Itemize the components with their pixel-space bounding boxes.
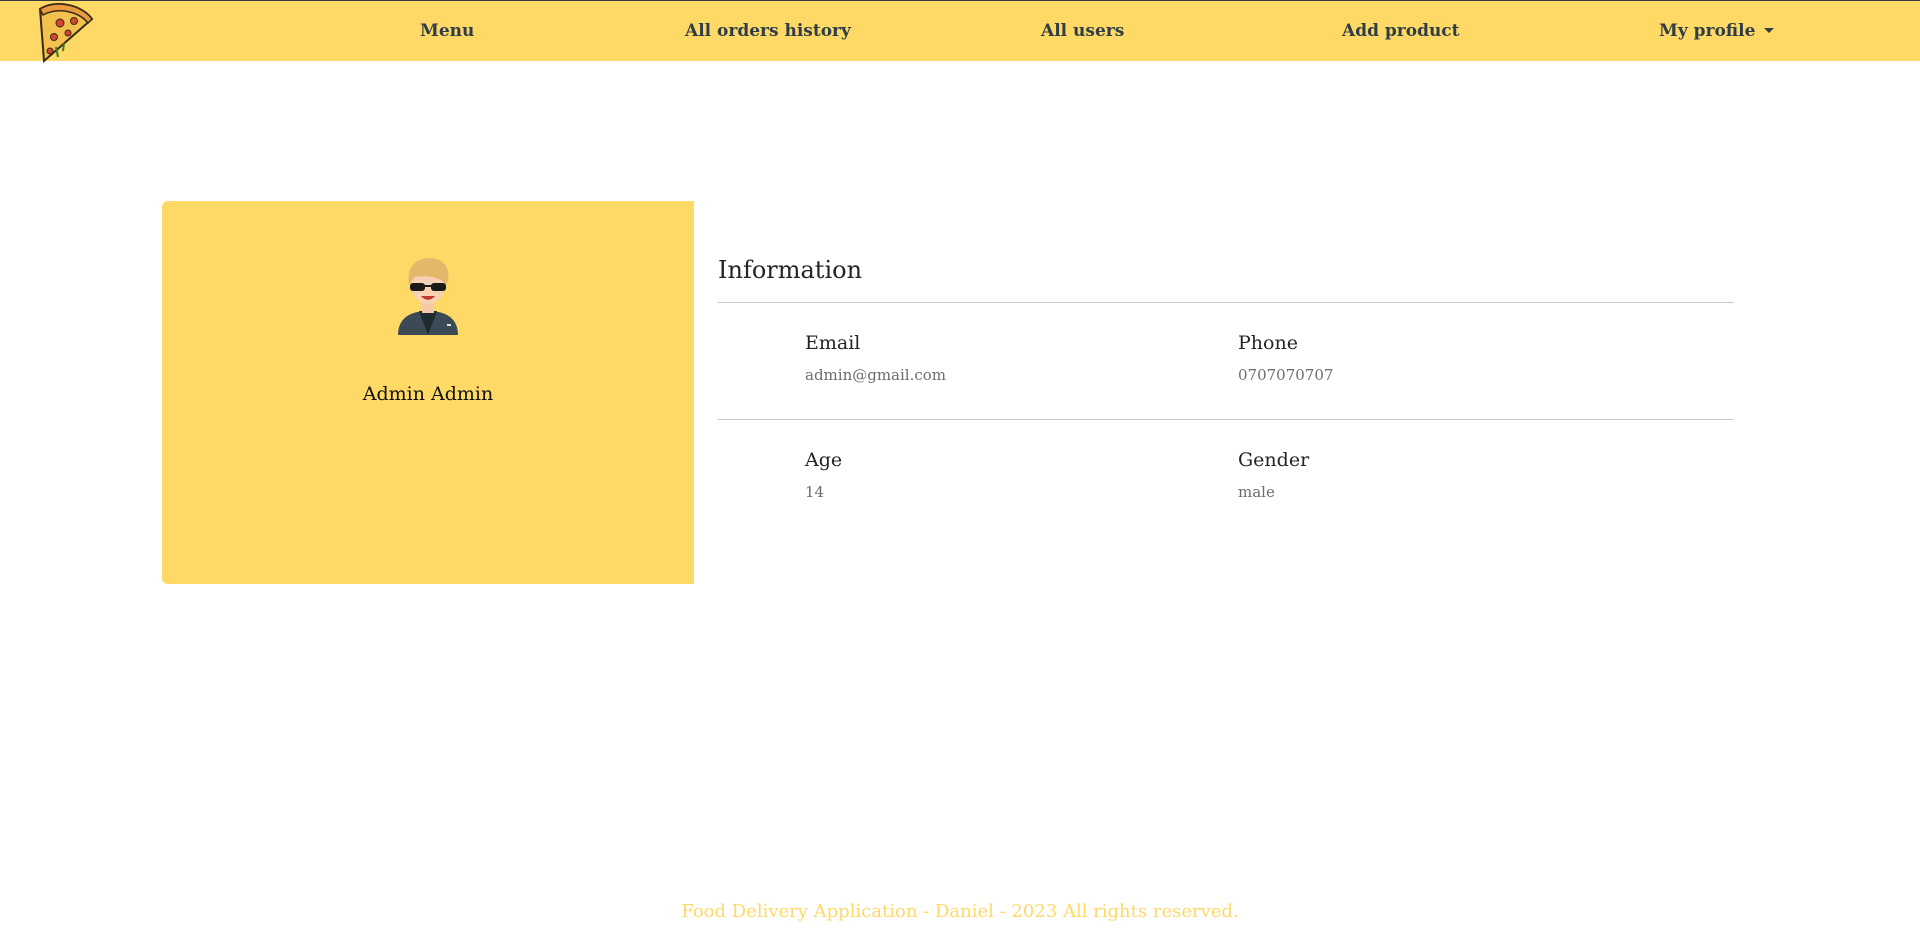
gender-value: male — [1238, 483, 1275, 501]
information-heading: Information — [718, 256, 863, 284]
caret-down-icon — [1764, 28, 1775, 33]
phone-value: 0707070707 — [1238, 366, 1334, 384]
nav-menu-link[interactable]: Menu — [420, 21, 474, 41]
top-navbar: Menu All orders history All users Add pr… — [0, 0, 1920, 64]
phone-label: Phone — [1238, 332, 1298, 354]
pizza-slice-icon[interactable] — [34, 1, 94, 64]
nav-all-users-link[interactable]: All users — [1041, 21, 1124, 41]
nav-add-product-link[interactable]: Add product — [1342, 21, 1460, 41]
nav-orders-history-link[interactable]: All orders history — [685, 21, 851, 41]
gender-label: Gender — [1238, 449, 1310, 471]
user-avatar-sunglasses-icon — [395, 255, 461, 335]
info-divider-top — [718, 302, 1734, 303]
footer-copyright: Food Delivery Application - Daniel - 202… — [681, 901, 1239, 922]
age-label: Age — [805, 449, 843, 471]
profile-dropdown-toggle[interactable]: My profile — [1659, 21, 1775, 41]
info-divider-middle — [718, 419, 1734, 420]
user-full-name: Admin Admin — [362, 383, 494, 405]
email-value: admin@gmail.com — [805, 366, 947, 384]
email-label: Email — [805, 332, 861, 354]
profile-card: Admin Admin — [162, 201, 694, 584]
profile-dropdown-label: My profile — [1659, 21, 1756, 41]
age-value: 14 — [805, 483, 825, 501]
